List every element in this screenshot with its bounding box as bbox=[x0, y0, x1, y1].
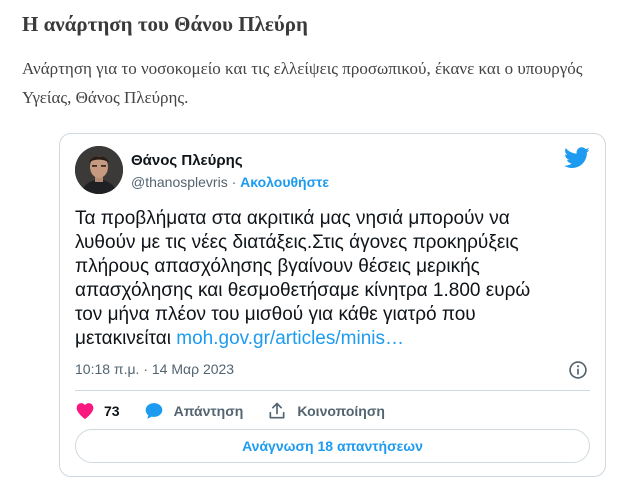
tweet-text: Τα προβλήματα στα ακριτικά μας νησιά μπο… bbox=[75, 207, 555, 351]
divider bbox=[75, 390, 590, 391]
reply-label: Απάντηση bbox=[173, 403, 244, 419]
article-paragraph: Ανάρτηση για το νοσοκομείο και τις ελλεί… bbox=[22, 59, 583, 107]
author-handle-row: @thanosplevris · Ακολουθήστε bbox=[131, 174, 329, 190]
author-handle[interactable]: @thanosplevris bbox=[131, 174, 228, 190]
share-upload-icon bbox=[269, 402, 285, 419]
twitter-bird-icon[interactable] bbox=[564, 147, 590, 169]
like-count: 73 bbox=[104, 403, 120, 419]
reply-button[interactable]: Απάντηση bbox=[144, 401, 244, 421]
author-name[interactable]: Θάνος Πλεύρης bbox=[131, 152, 243, 169]
tweet-link[interactable]: moh.gov.gr/articles/minis… bbox=[176, 328, 404, 349]
embedded-tweet[interactable]: Θάνος Πλεύρης @thanosplevris · Ακολουθήσ… bbox=[59, 133, 606, 477]
tweet-timestamp[interactable]: 10:18 π.μ. · 14 Μαρ 2023 bbox=[75, 361, 234, 377]
article-title: Η ανάρτηση του Θάνου Πλεύρη bbox=[22, 12, 308, 36]
speech-bubble-icon bbox=[145, 403, 162, 419]
avatar[interactable] bbox=[75, 146, 123, 194]
share-button[interactable]: Κοινοποίηση bbox=[267, 401, 385, 421]
heart-icon bbox=[76, 403, 94, 419]
info-icon[interactable] bbox=[568, 360, 588, 380]
avatar-photo bbox=[75, 146, 123, 194]
share-label: Κοινοποίηση bbox=[297, 403, 385, 419]
handle-separator: · bbox=[231, 174, 237, 190]
like-button[interactable]: 73 bbox=[75, 401, 120, 421]
read-replies-button[interactable]: Ανάγνωση 18 απαντήσεων bbox=[75, 429, 590, 463]
follow-link[interactable]: Ακολουθήστε bbox=[240, 174, 329, 190]
tweet-actions: 73 Απάντηση Κοινοποίηση bbox=[75, 399, 409, 423]
